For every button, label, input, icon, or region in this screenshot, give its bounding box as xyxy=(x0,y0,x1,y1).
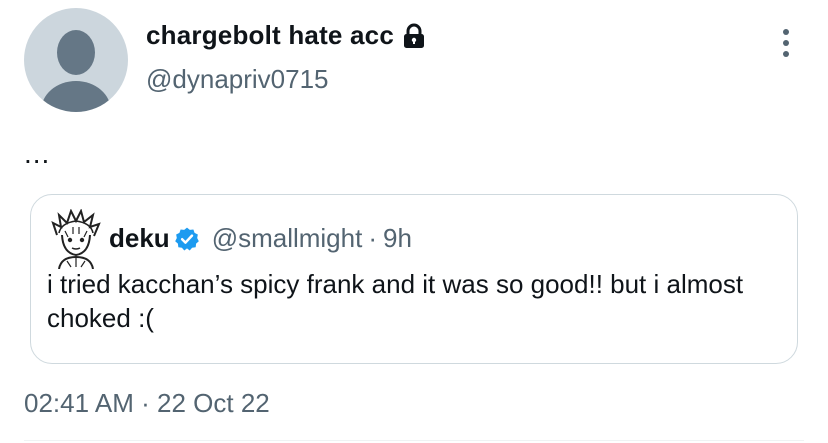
avatar-body xyxy=(41,81,111,112)
author-display-name-text: chargebolt hate acc xyxy=(146,20,394,50)
timestamp-separator: · xyxy=(141,388,150,418)
tweet-time: 02:41 AM xyxy=(24,388,134,418)
tweet: chargebolt hate acc @dynapriv0715 ... de… xyxy=(0,0,828,443)
lock-icon xyxy=(404,23,424,48)
divider xyxy=(24,440,804,441)
author-avatar[interactable] xyxy=(24,8,128,112)
tweet-date: 22 Oct 22 xyxy=(157,388,270,418)
quoted-tweet-text: i tried kacchan’s spicy frank and it was… xyxy=(47,269,744,333)
author-display-name[interactable]: chargebolt hate acc xyxy=(146,20,428,51)
tweet-text: ... xyxy=(24,138,51,169)
quoted-tweet-header: deku @smallmight · 9h xyxy=(109,223,412,254)
quoted-author-handle[interactable]: @smallmight xyxy=(212,223,363,254)
quoted-tweet-card[interactable]: deku @smallmight · 9h i tried kacchan’s … xyxy=(30,194,798,364)
quoted-author-name[interactable]: deku xyxy=(109,223,170,254)
quoted-tweet-time[interactable]: 9h xyxy=(383,223,412,254)
tweet-timestamp[interactable]: 02:41 AM · 22 Oct 22 xyxy=(24,388,270,419)
quoted-author-avatar[interactable] xyxy=(49,209,103,269)
author-handle[interactable]: @dynapriv0715 xyxy=(146,64,329,95)
avatar-head xyxy=(57,30,95,75)
quoted-header-separator: · xyxy=(368,223,378,253)
more-options-icon[interactable] xyxy=(772,26,800,60)
verified-badge-icon xyxy=(174,227,199,250)
